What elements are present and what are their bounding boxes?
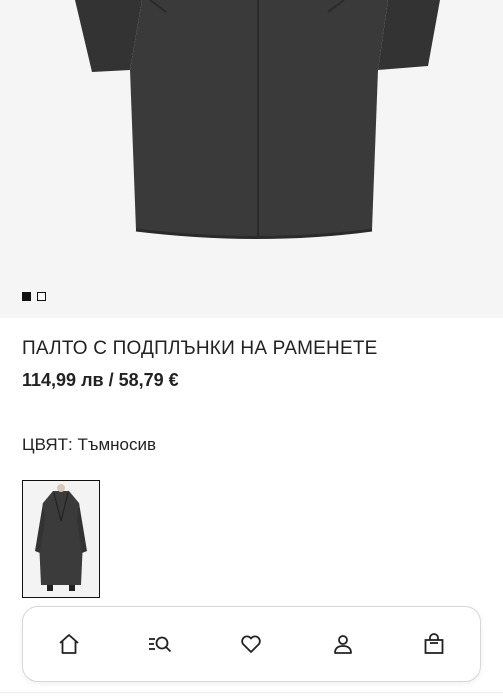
user-icon <box>333 635 352 654</box>
nav-account-button[interactable] <box>321 622 365 666</box>
gallery-dot-2[interactable] <box>37 292 46 301</box>
nav-search-button[interactable] <box>138 622 182 666</box>
search-menu-icon <box>149 636 172 653</box>
heart-icon <box>241 635 262 653</box>
color-value: Тъмносив <box>77 435 157 454</box>
coat-thumbnail <box>35 484 87 591</box>
nav-home-button[interactable] <box>47 622 91 666</box>
nav-favorites-button[interactable] <box>229 622 273 666</box>
home-icon <box>59 634 79 654</box>
coat-image <box>75 0 440 239</box>
shopping-bag-icon <box>424 633 444 654</box>
product-price: 114,99 лв / 58,79 € <box>22 370 179 390</box>
color-selector-label: ЦВЯТ: Тъмносив <box>22 435 156 455</box>
gallery-dot-1[interactable] <box>22 292 31 301</box>
color-label: ЦВЯТ: <box>22 435 73 454</box>
gallery-pagination <box>22 292 46 301</box>
product-image-gallery[interactable] <box>0 0 503 318</box>
color-swatch-dark-grey[interactable] <box>22 480 100 598</box>
product-title: ПАЛТО С ПОДПЛЪНКИ НА РАМЕНЕТЕ <box>22 338 378 359</box>
divider <box>0 692 503 693</box>
bottom-navigation <box>22 606 481 682</box>
nav-bag-button[interactable] <box>412 622 456 666</box>
